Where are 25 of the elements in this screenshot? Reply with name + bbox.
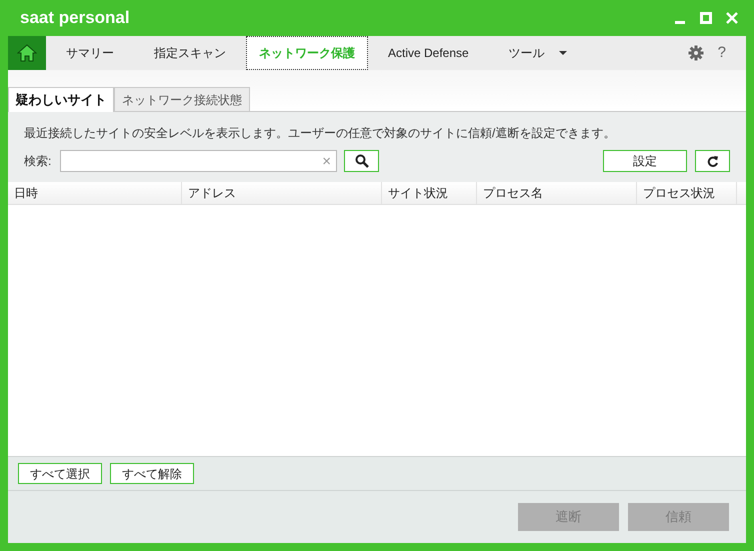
refresh-button[interactable] — [695, 150, 730, 172]
column-header[interactable]: アドレス — [182, 182, 382, 204]
description-text: 最近接続したサイトの安全レベルを表示します。ユーザーの任意で対象のサイトに信頼/遮断を設定できます。 — [24, 125, 616, 142]
nav-tab[interactable]: ツール — [488, 36, 587, 70]
window-title: saat personal — [20, 7, 130, 30]
home-button[interactable] — [8, 36, 46, 70]
search-button[interactable] — [344, 150, 379, 172]
refresh-icon — [706, 154, 718, 168]
home-icon — [17, 44, 37, 62]
help-button[interactable]: ? — [718, 42, 726, 64]
search-icon — [354, 154, 368, 168]
column-header[interactable]: 日時 — [8, 182, 182, 204]
select-button[interactable]: すべて選択 — [18, 463, 102, 484]
column-header[interactable]: プロセス状況 — [637, 182, 737, 204]
settings-button[interactable]: 設定 — [603, 150, 687, 172]
column-header[interactable]: プロセス名 — [477, 182, 637, 204]
settings-icon[interactable] — [688, 45, 704, 61]
sub-tab[interactable]: 疑わしいサイト — [8, 87, 114, 112]
nav-tab[interactable]: サマリー — [46, 36, 134, 70]
select-button[interactable]: すべて解除 — [110, 463, 194, 484]
sub-tab[interactable]: ネットワーク接続状態 — [114, 87, 250, 111]
nav-tab[interactable]: 指定スキャン — [134, 36, 246, 70]
search-label: 検索: — [24, 153, 52, 170]
column-header[interactable]: サイト状況 — [382, 182, 477, 204]
nav-tab[interactable]: Active Defense — [368, 36, 489, 70]
